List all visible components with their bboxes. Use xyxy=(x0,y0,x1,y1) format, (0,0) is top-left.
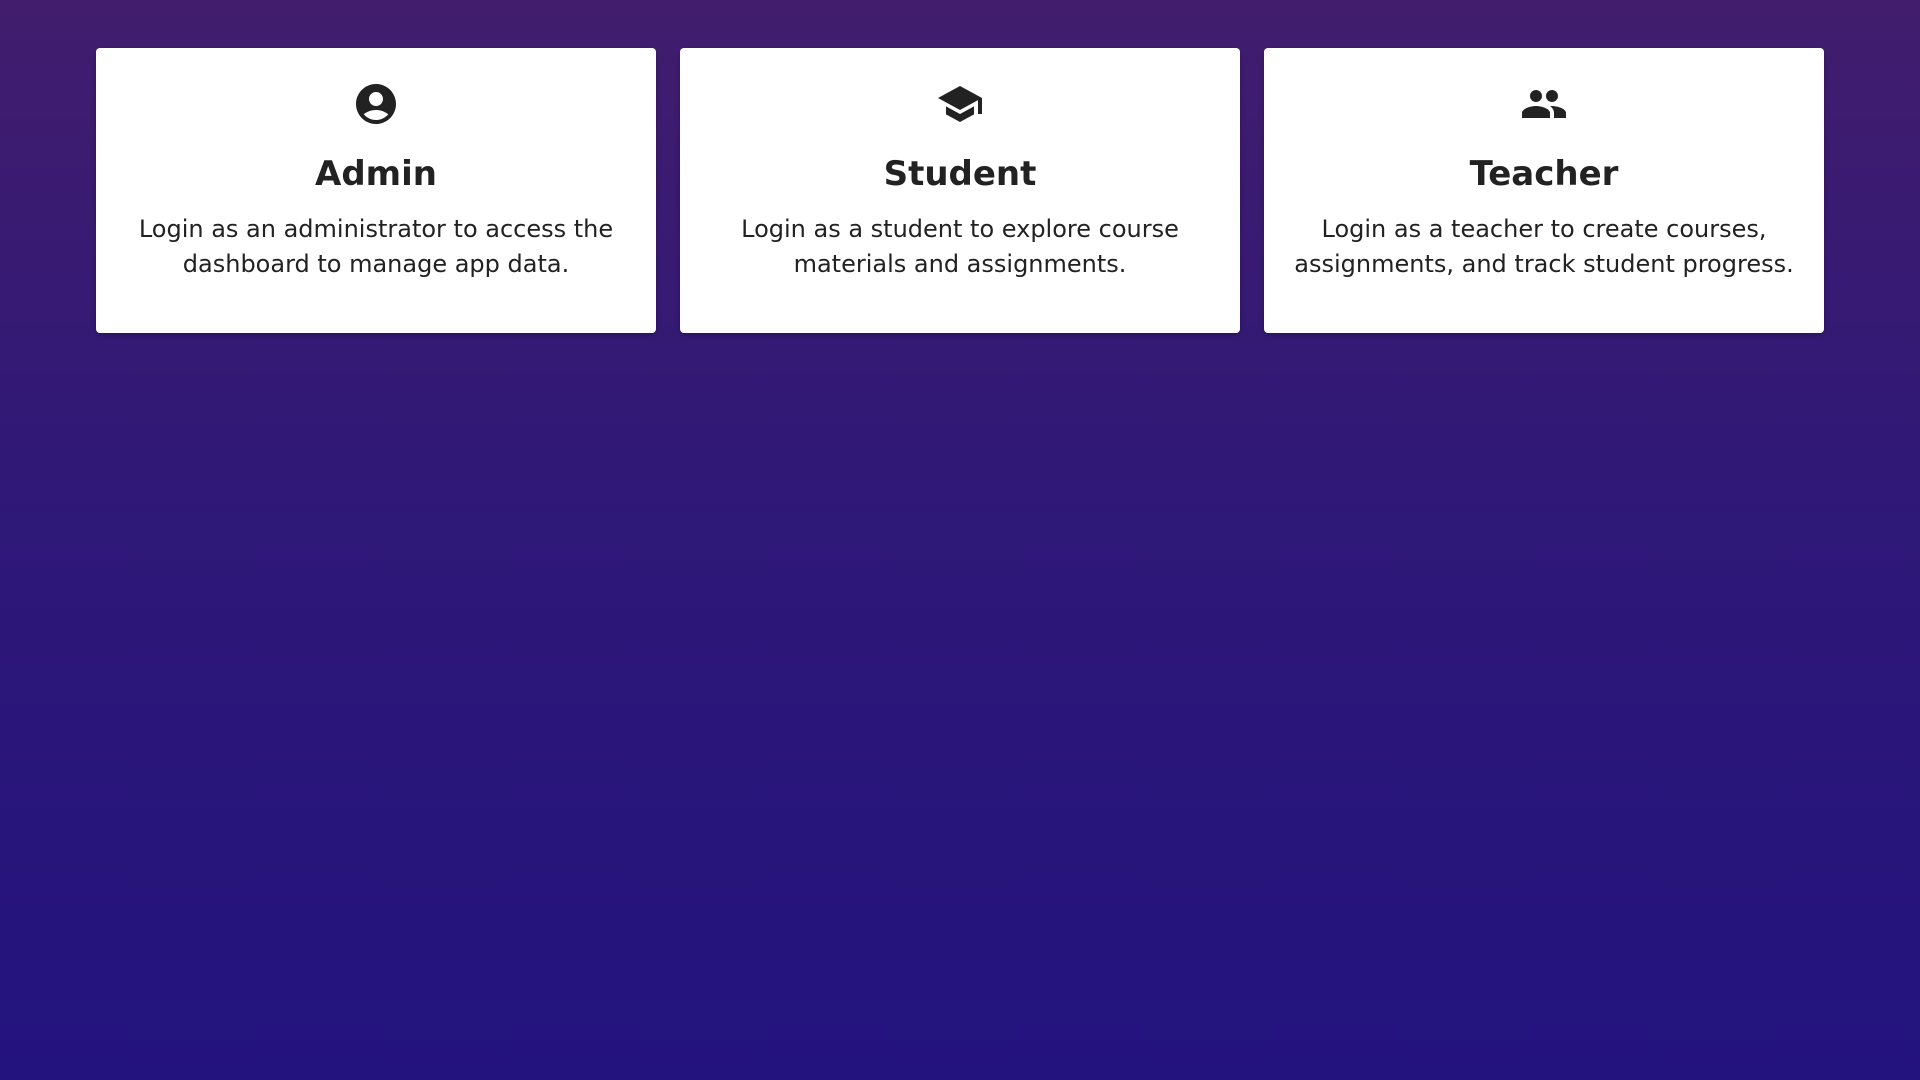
admin-role-card[interactable]: Admin Login as an administrator to acces… xyxy=(96,48,656,333)
admin-card-title: Admin xyxy=(315,154,437,194)
student-role-card[interactable]: Student Login as a student to explore co… xyxy=(680,48,1240,333)
teacher-role-card[interactable]: Teacher Login as a teacher to create cou… xyxy=(1264,48,1824,333)
admin-card-description: Login as an administrator to access the … xyxy=(138,215,614,278)
teacher-card-description: Login as a teacher to create courses, as… xyxy=(1294,215,1794,278)
group-icon xyxy=(1520,80,1568,128)
graduation-cap-icon xyxy=(936,80,984,128)
account-circle-icon xyxy=(352,80,400,128)
student-card-description: Login as a student to explore course mat… xyxy=(741,215,1179,278)
role-card-list: Admin Login as an administrator to acces… xyxy=(96,48,1824,333)
teacher-card-title: Teacher xyxy=(1469,154,1619,194)
student-card-title: Student xyxy=(883,154,1037,194)
